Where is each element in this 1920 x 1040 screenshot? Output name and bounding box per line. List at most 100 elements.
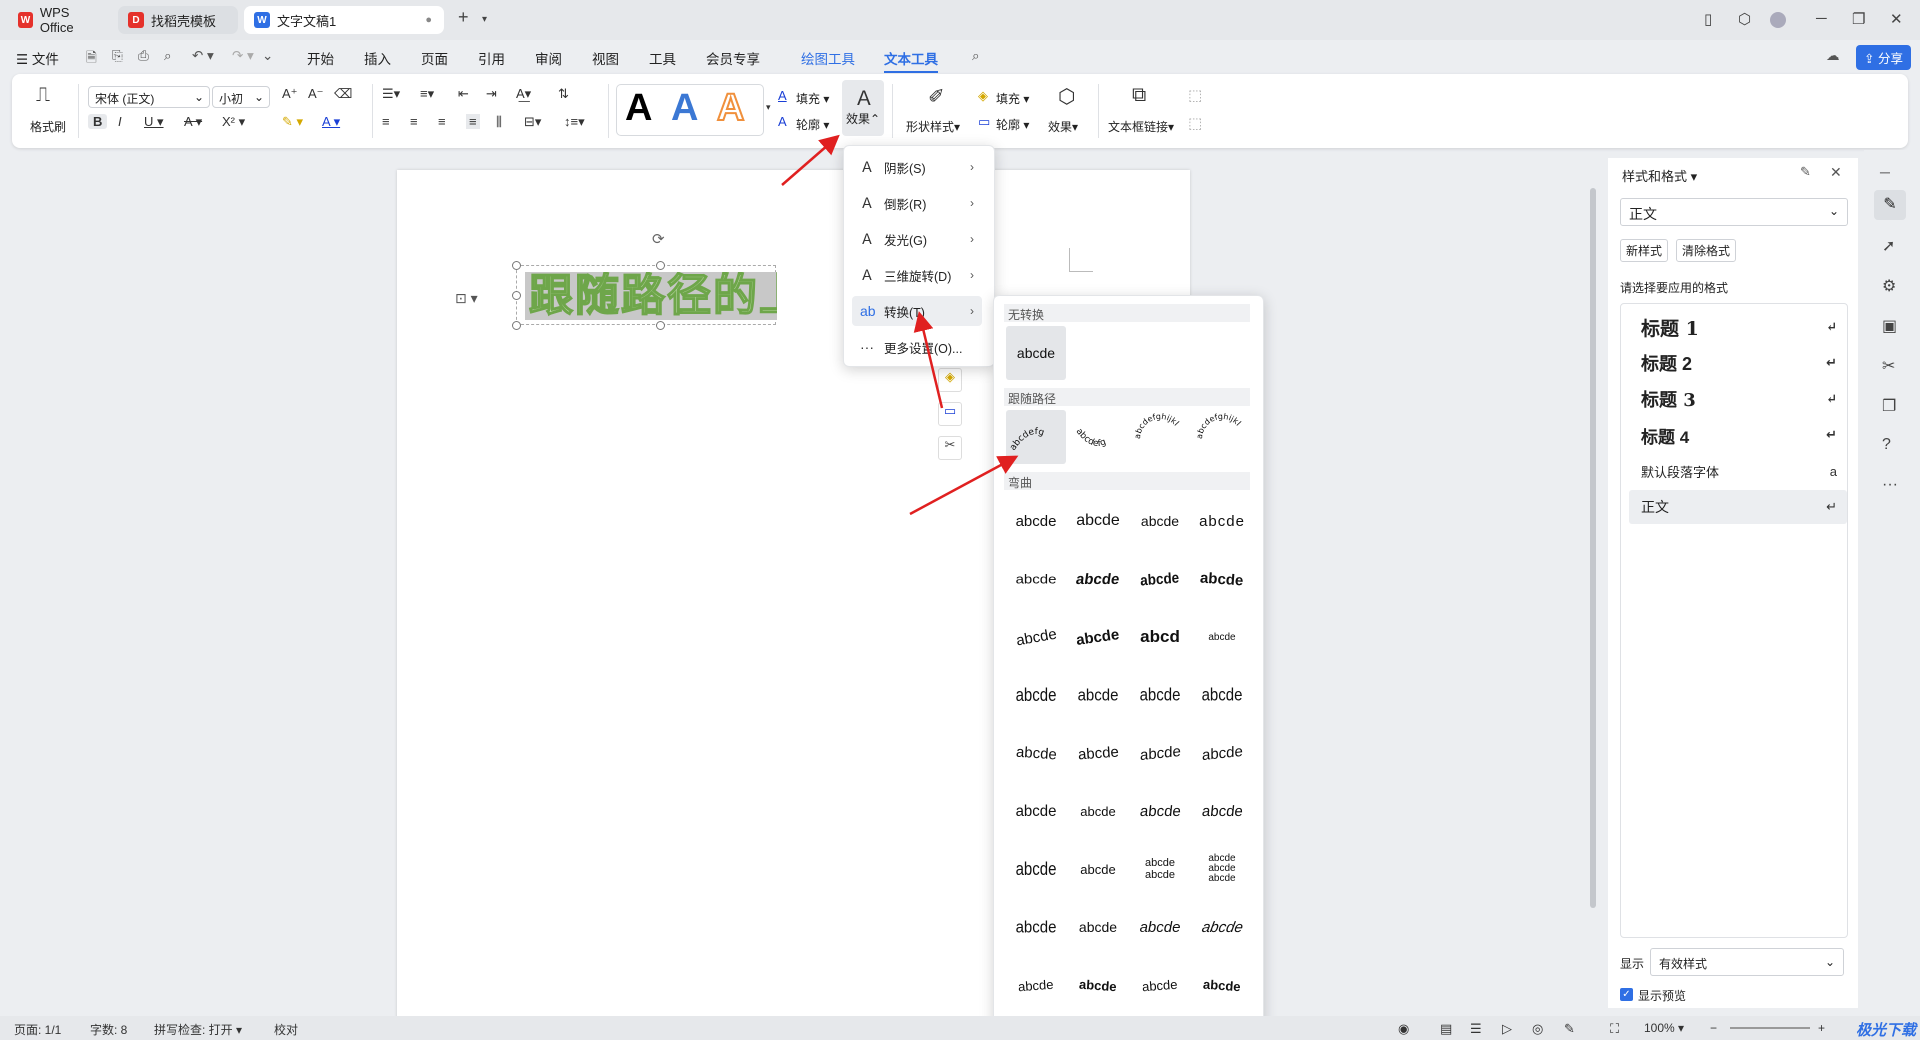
- clear-format-button[interactable]: 清除格式: [1676, 239, 1737, 262]
- fit-page-icon[interactable]: ⛶: [1610, 1021, 1619, 1037]
- style-black-a[interactable]: A: [625, 87, 652, 130]
- menu-start[interactable]: 开始: [307, 48, 334, 68]
- align-center-icon[interactable]: ≡: [410, 114, 418, 129]
- tab-document[interactable]: W 文字文稿1 ●: [244, 6, 444, 34]
- collapse-icon[interactable]: ─: [1880, 164, 1890, 180]
- follow-path-option-button[interactable]: abcdefghijkl: [1192, 410, 1252, 464]
- shape-fill-label[interactable]: 填充 ▾: [996, 90, 1029, 107]
- font-size-select[interactable]: 小初 ⌄: [212, 86, 270, 108]
- menu-item-shadow[interactable]: Ａ 阴影(S) ›: [852, 152, 982, 182]
- follow-path-option-circle[interactable]: abcdefghijkl: [1130, 410, 1190, 464]
- warp-option-22[interactable]: abcde: [1068, 784, 1128, 838]
- print-icon[interactable]: ⎙: [138, 48, 149, 64]
- shape-outline-icon[interactable]: ▭: [978, 114, 990, 130]
- warp-option-20[interactable]: abcde: [1192, 726, 1252, 780]
- new-style-button[interactable]: 新样式: [1620, 239, 1669, 262]
- menu-drawing-tools[interactable]: 绘图工具: [801, 48, 855, 68]
- tab-unsaved-dot-icon[interactable]: ●: [425, 14, 432, 26]
- align-left-icon[interactable]: ≡: [382, 114, 390, 129]
- shape-outline-label[interactable]: 轮廓 ▾: [996, 116, 1029, 133]
- restore-icon[interactable]: ❐: [1852, 10, 1865, 28]
- proofread-button[interactable]: 校对: [274, 1021, 298, 1038]
- menu-insert[interactable]: 插入: [364, 48, 391, 68]
- style-blue-a[interactable]: A: [671, 87, 698, 130]
- warp-option-13[interactable]: abcde: [1006, 668, 1066, 722]
- shape-style-label[interactable]: 形状样式▾: [906, 118, 960, 135]
- more-icon[interactable]: ···: [1882, 476, 1898, 494]
- menu-page[interactable]: 页面: [421, 48, 448, 68]
- warp-option-17[interactable]: abcde: [1006, 726, 1066, 780]
- textbox-next-icon[interactable]: ⬚: [1188, 114, 1202, 132]
- gallery-more-icon[interactable]: ▾: [766, 102, 771, 113]
- warp-option-11[interactable]: abcd: [1130, 610, 1190, 664]
- text-fill-icon[interactable]: A: [778, 88, 787, 103]
- textbox-link-label[interactable]: 文本框链接▾: [1108, 118, 1174, 135]
- warp-option-21[interactable]: abcde: [1006, 784, 1066, 838]
- warp-option-29[interactable]: abcde: [1006, 900, 1066, 954]
- select-icon[interactable]: ➚: [1882, 236, 1895, 256]
- bullet-list-icon[interactable]: ☰▾: [382, 86, 400, 102]
- layout-options-icon[interactable]: ⊡ ▾: [455, 290, 478, 307]
- properties-icon[interactable]: ⚙: [1882, 276, 1896, 296]
- wordart-text[interactable]: 跟随路径的上弯: [528, 272, 777, 320]
- document-scrollbar[interactable]: [1588, 158, 1598, 1008]
- rotate-handle-icon[interactable]: ⟳: [652, 230, 665, 248]
- warp-option-12[interactable]: abcde: [1192, 610, 1252, 664]
- warp-option-2[interactable]: abcde: [1068, 494, 1128, 548]
- follow-path-option-arch-up[interactable]: abcdefg: [1006, 410, 1066, 464]
- font-color-icon[interactable]: A ▾: [322, 114, 340, 130]
- undo-icon[interactable]: ↶ ▾: [192, 48, 214, 64]
- close-window-icon[interactable]: ✕: [1890, 10, 1903, 28]
- warp-option-8[interactable]: abcde: [1192, 552, 1252, 606]
- style-body-text[interactable]: 正文 ↵: [1629, 490, 1847, 524]
- justify-icon[interactable]: ≡: [466, 114, 480, 129]
- more-chevron-icon[interactable]: ⌄: [262, 48, 273, 64]
- align-right-icon[interactable]: ≡: [438, 114, 446, 129]
- warp-option-26[interactable]: abcde: [1068, 842, 1128, 896]
- image-icon[interactable]: ▣: [1882, 316, 1897, 336]
- warp-option-33[interactable]: abcde: [1006, 958, 1066, 1012]
- strikethrough-icon[interactable]: A ▾: [184, 114, 202, 130]
- shrink-font-icon[interactable]: A⁻: [308, 86, 324, 102]
- zoom-level[interactable]: 100% ▾: [1644, 1021, 1684, 1035]
- current-style-select[interactable]: 正文 ⌄: [1620, 198, 1848, 226]
- preview-checkbox[interactable]: ✓: [1620, 988, 1633, 1001]
- clear-format-icon[interactable]: ⌫: [334, 86, 352, 102]
- menu-references[interactable]: 引用: [478, 48, 505, 68]
- quick-outline-icon[interactable]: ▭: [938, 402, 962, 426]
- resize-handle[interactable]: [656, 261, 665, 270]
- text-fill-label[interactable]: 填充 ▾: [796, 90, 829, 107]
- warp-option-19[interactable]: abcde: [1130, 726, 1190, 780]
- scrollbar-thumb[interactable]: [1590, 188, 1596, 908]
- line-spacing-icon[interactable]: ↕≡▾: [564, 114, 585, 130]
- no-transform-option[interactable]: abcde: [1006, 326, 1066, 380]
- menu-item-3d-rotation[interactable]: Ａ 三维旋转(D) ›: [852, 260, 982, 290]
- grow-font-icon[interactable]: A⁺: [282, 86, 298, 102]
- warp-option-3[interactable]: abcde: [1130, 494, 1190, 548]
- shape-fill-icon[interactable]: ◈: [978, 88, 988, 104]
- share-link-icon[interactable]: ⎘: [112, 48, 123, 64]
- tools-icon[interactable]: ✂: [1882, 356, 1895, 376]
- text-direction-icon[interactable]: A͟▾: [516, 86, 531, 102]
- quick-tools-icon[interactable]: ✂: [938, 436, 962, 460]
- format-painter-icon[interactable]: ⎍: [36, 84, 50, 107]
- panel-title[interactable]: 样式和格式 ▾: [1622, 166, 1697, 185]
- play-icon[interactable]: ▷: [1502, 1021, 1512, 1037]
- wordart-textbox[interactable]: 跟随路径的上弯: [516, 265, 777, 325]
- distribute-icon[interactable]: ⫼: [496, 114, 502, 130]
- numbered-list-icon[interactable]: ≡▾: [420, 86, 434, 102]
- redo-icon[interactable]: ↷ ▾: [232, 48, 254, 64]
- warp-option-28[interactable]: abcde abcde abcde: [1192, 842, 1252, 896]
- warp-option-4[interactable]: abcde: [1192, 494, 1252, 548]
- menu-member[interactable]: 会员专享: [706, 48, 760, 68]
- styles-panel-icon[interactable]: ✎: [1874, 190, 1906, 220]
- close-panel-icon[interactable]: ✕: [1830, 164, 1842, 181]
- style-heading-4[interactable]: 标题 4 ↵: [1629, 418, 1847, 452]
- pin-icon[interactable]: ✎: [1800, 164, 1811, 180]
- menu-item-more-settings[interactable]: ··· 更多设置(O)...: [852, 332, 982, 362]
- cloud-icon[interactable]: ☁: [1826, 48, 1840, 64]
- warp-option-7[interactable]: abcde: [1130, 552, 1190, 606]
- text-effect-button[interactable]: Ａ 效果⌃: [842, 80, 884, 136]
- layout-icon[interactable]: ▯: [1704, 10, 1712, 28]
- format-painter-label[interactable]: 格式刷: [30, 118, 66, 135]
